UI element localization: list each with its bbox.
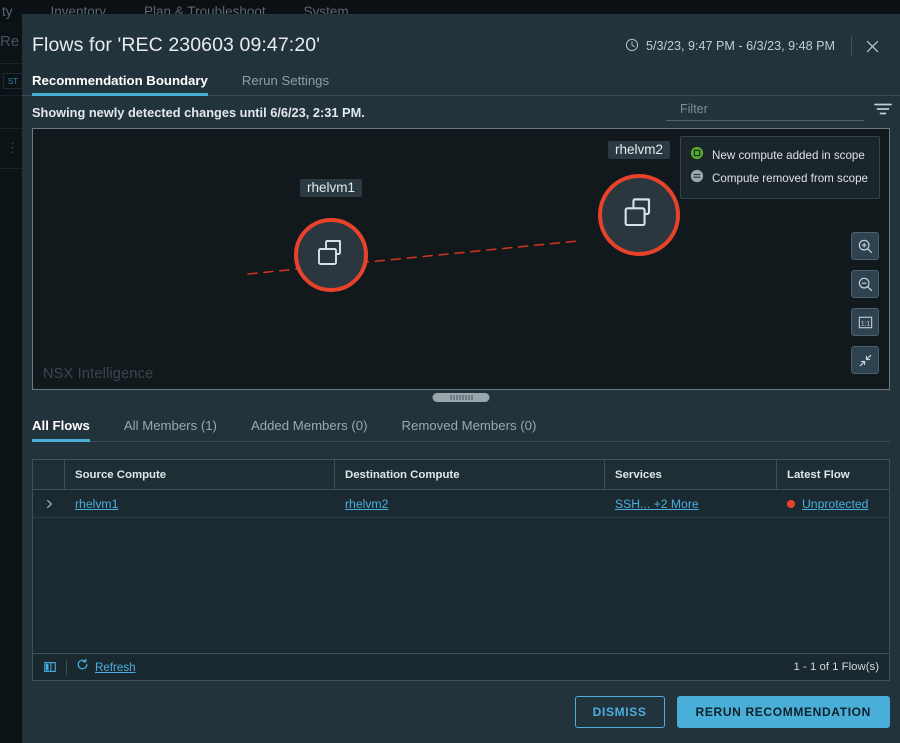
tab-all-flows[interactable]: All Flows [32, 418, 90, 442]
grip-line [450, 395, 451, 400]
nsx-intelligence-watermark: NSX Intelligence [43, 366, 154, 382]
flows-tab-bar: All Flows All Members (1) Added Members … [32, 410, 890, 442]
grip-line [459, 395, 460, 400]
modal-title: Flows for 'REC 230603 09:47:20' [32, 34, 321, 56]
modal-tab-bar: Recommendation Boundary Rerun Settings [22, 68, 900, 96]
background-status-chip: ST [3, 73, 23, 89]
cell-services: SSH... +2 More [605, 497, 777, 511]
svg-text:1:1: 1:1 [860, 320, 870, 327]
cell-latest-flow: Unprotected [777, 497, 889, 511]
flows-table: Source Compute Destination Compute Servi… [32, 459, 890, 681]
background-sidebar [0, 22, 24, 743]
graph-legend: New compute added in scope Compute remov… [680, 136, 880, 199]
grip-line [453, 395, 454, 400]
background-page-title: Re [0, 33, 20, 50]
services-link[interactable]: SSH... +2 More [615, 497, 699, 511]
compute-added-icon [690, 146, 704, 165]
graph-zoom-controls: 1:1 [851, 232, 879, 374]
graph-node-rhelvm2[interactable]: rhelvm2 [589, 141, 689, 265]
filter-icon[interactable] [874, 102, 892, 121]
modal-header: Flows for 'REC 230603 09:47:20' 5/3/23, … [22, 14, 900, 62]
background-menu-icon: ⋮ [6, 140, 19, 155]
table-header-destination-compute[interactable]: Destination Compute [335, 460, 605, 489]
close-icon[interactable] [852, 34, 892, 58]
graph-node-label: rhelvm1 [299, 179, 363, 197]
graph-node-label: rhelvm2 [607, 141, 671, 159]
cell-destination-compute: rhelvm2 [335, 497, 605, 511]
panel-resize-area [22, 390, 900, 406]
zoom-out-icon[interactable] [851, 270, 879, 298]
date-range-display[interactable]: 5/3/23, 9:47 PM - 6/3/23, 9:48 PM [625, 38, 851, 55]
actual-size-icon[interactable]: 1:1 [851, 308, 879, 336]
tab-all-members[interactable]: All Members (1) [124, 418, 217, 441]
grip-line [468, 395, 469, 400]
grip-line [465, 395, 466, 400]
graph-node-rhelvm1[interactable]: rhelvm1 [281, 179, 381, 305]
legend-item-removed: Compute removed from scope [690, 169, 868, 188]
table-footer: Refresh 1 - 1 of 1 Flow(s) [33, 653, 889, 680]
search-input[interactable] [666, 102, 864, 121]
panel-resize-handle[interactable] [432, 393, 490, 402]
legend-label: New compute added in scope [712, 149, 865, 162]
table-row[interactable]: rhelvm1 rhelvm2 SSH... +2 More Unprotect… [33, 490, 889, 518]
tab-rerun-settings[interactable]: Rerun Settings [242, 73, 341, 95]
destination-compute-link[interactable]: rhelvm2 [345, 497, 388, 511]
vm-icon[interactable] [294, 218, 368, 292]
modal-footer: DISMISS RERUN RECOMMENDATION [22, 681, 900, 743]
legend-item-added: New compute added in scope [690, 146, 868, 165]
compute-removed-icon [690, 169, 704, 188]
grip-line [462, 395, 463, 400]
rerun-recommendation-button[interactable]: RERUN RECOMMENDATION [676, 696, 890, 728]
refresh-label: Refresh [95, 660, 136, 674]
clock-icon [625, 38, 639, 55]
table-footer-left: Refresh [43, 658, 136, 676]
table-header-row: Source Compute Destination Compute Servi… [33, 460, 889, 490]
table-header-services[interactable]: Services [605, 460, 777, 489]
background-divider-4 [0, 168, 24, 169]
grip-line [456, 395, 457, 400]
date-range-label: 5/3/23, 9:47 PM - 6/3/23, 9:48 PM [645, 39, 835, 53]
cell-source-compute: rhelvm1 [65, 497, 335, 511]
table-body: rhelvm1 rhelvm2 SSH... +2 More Unprotect… [33, 490, 889, 653]
background-divider-2 [0, 95, 24, 96]
vm-icon[interactable] [598, 174, 680, 256]
column-settings-icon[interactable] [43, 660, 66, 674]
legend-label: Compute removed from scope [712, 172, 868, 185]
tab-removed-members[interactable]: Removed Members (0) [402, 418, 537, 441]
status-badge [787, 499, 795, 508]
refresh-button[interactable]: Refresh [67, 658, 136, 676]
modal-header-right: 5/3/23, 9:47 PM - 6/3/23, 9:48 PM [625, 34, 892, 58]
background-divider-1 [0, 63, 24, 64]
background-divider-3 [0, 128, 24, 129]
latest-flow-link[interactable]: Unprotected [802, 497, 868, 511]
zoom-in-icon[interactable] [851, 232, 879, 260]
tab-recommendation-boundary[interactable]: Recommendation Boundary [32, 73, 220, 96]
tab-added-members[interactable]: Added Members (0) [251, 418, 368, 441]
filter-area [666, 102, 892, 121]
table-header-expand [33, 460, 65, 489]
table-header-source-compute[interactable]: Source Compute [65, 460, 335, 489]
source-compute-link[interactable]: rhelvm1 [75, 497, 118, 511]
table-header-latest-flow[interactable]: Latest Flow [777, 460, 889, 489]
pagination-count: 1 - 1 of 1 Flow(s) [793, 661, 879, 673]
dismiss-button[interactable]: DISMISS [574, 696, 665, 728]
grip-line [471, 395, 472, 400]
chevron-right-icon[interactable] [33, 498, 65, 510]
background-nav-item-0[interactable]: ty [2, 4, 13, 19]
fit-to-screen-icon[interactable] [851, 346, 879, 374]
subtitle-text: Showing newly detected changes until 6/6… [32, 105, 365, 120]
subtitle-bar: Showing newly detected changes until 6/6… [22, 96, 900, 128]
flows-modal: Flows for 'REC 230603 09:47:20' 5/3/23, … [22, 14, 900, 743]
topology-graph-panel[interactable]: rhelvm1 rhelvm2 New compute added in sco… [32, 128, 890, 390]
refresh-icon [76, 658, 89, 676]
